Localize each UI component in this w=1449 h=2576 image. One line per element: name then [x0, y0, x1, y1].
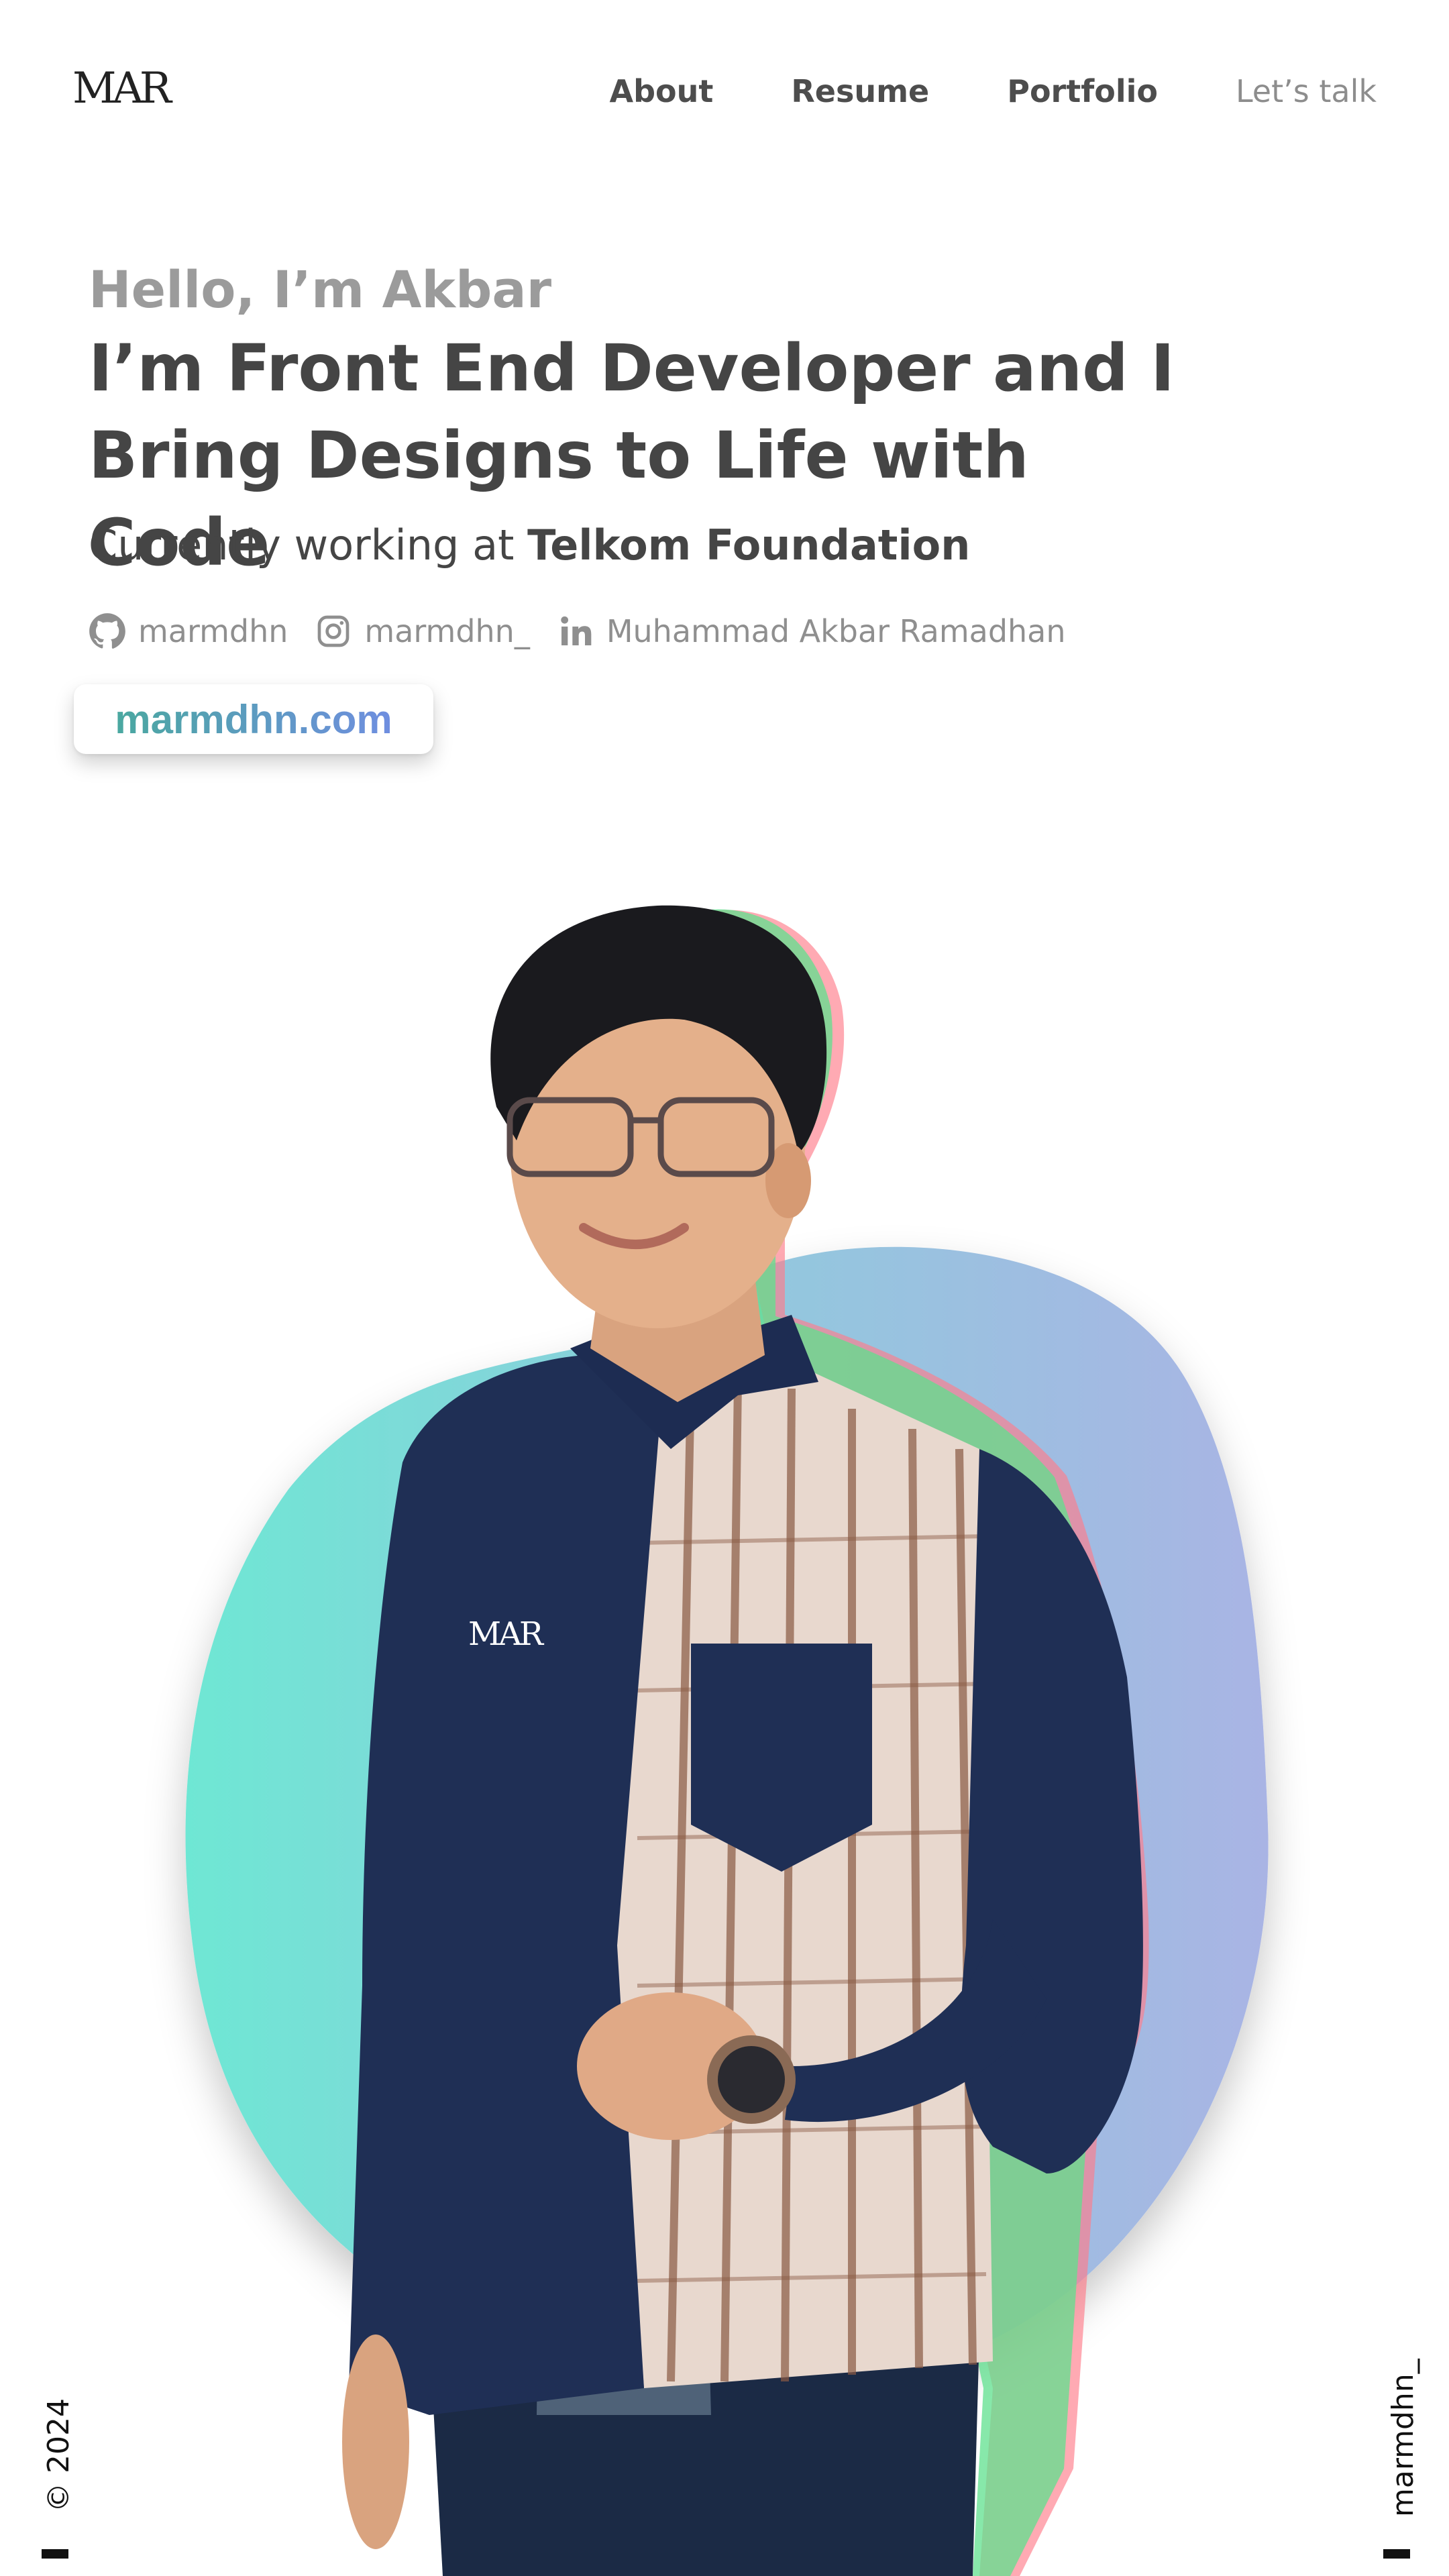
shirt-pocket — [691, 1644, 872, 1872]
instagram-link[interactable]: marmdhn_ — [315, 608, 530, 655]
shirt-logo: MAR — [468, 1615, 545, 1653]
side-username[interactable]: marmdhn_ — [1385, 2359, 1422, 2517]
site-logo[interactable]: MAR — [72, 67, 172, 110]
copyright-text: © 2024 — [42, 2398, 76, 2512]
github-icon — [89, 612, 126, 650]
github-username: marmdhn — [138, 613, 288, 649]
nav-lets-talk-link[interactable]: Let’s talk — [1236, 70, 1377, 113]
linkedin-icon — [557, 612, 594, 650]
right-scroll-bar — [1383, 2549, 1410, 2559]
nav-about-link[interactable]: About — [609, 70, 713, 113]
main-nav: About Resume Portfolio Let’s talk — [609, 70, 1377, 113]
greeting: Hello, I’m Akbar — [89, 260, 552, 319]
company-name: Telkom Foundation — [527, 521, 971, 570]
website-label: marmdhn.com — [115, 696, 392, 742]
social-links: marmdhn marmdhn_ Muhammad Akbar Ramadhan — [89, 608, 1066, 655]
linkedin-link[interactable]: Muhammad Akbar Ramadhan — [557, 608, 1066, 655]
nav-resume-link[interactable]: Resume — [791, 70, 929, 113]
working-prefix: Currently working at — [89, 521, 515, 570]
website-link-button[interactable]: marmdhn.com — [74, 684, 433, 754]
person-jacket-left — [349, 1355, 664, 2415]
linkedin-name: Muhammad Akbar Ramadhan — [606, 613, 1066, 649]
current-work: Currently working at Telkom Foundation — [89, 515, 970, 576]
github-link[interactable]: marmdhn — [89, 608, 288, 655]
hero-portrait: A MAR — [185, 905, 1269, 2576]
person-plaid-panel — [610, 1368, 993, 2388]
instagram-icon — [315, 612, 352, 650]
left-scroll-bar — [42, 2549, 68, 2559]
wristwatch-icon — [707, 2035, 796, 2124]
headline-line-1: I’m Front End Developer and I — [89, 331, 1175, 406]
instagram-username: marmdhn_ — [364, 613, 530, 649]
nav-portfolio-link[interactable]: Portfolio — [1007, 70, 1158, 113]
